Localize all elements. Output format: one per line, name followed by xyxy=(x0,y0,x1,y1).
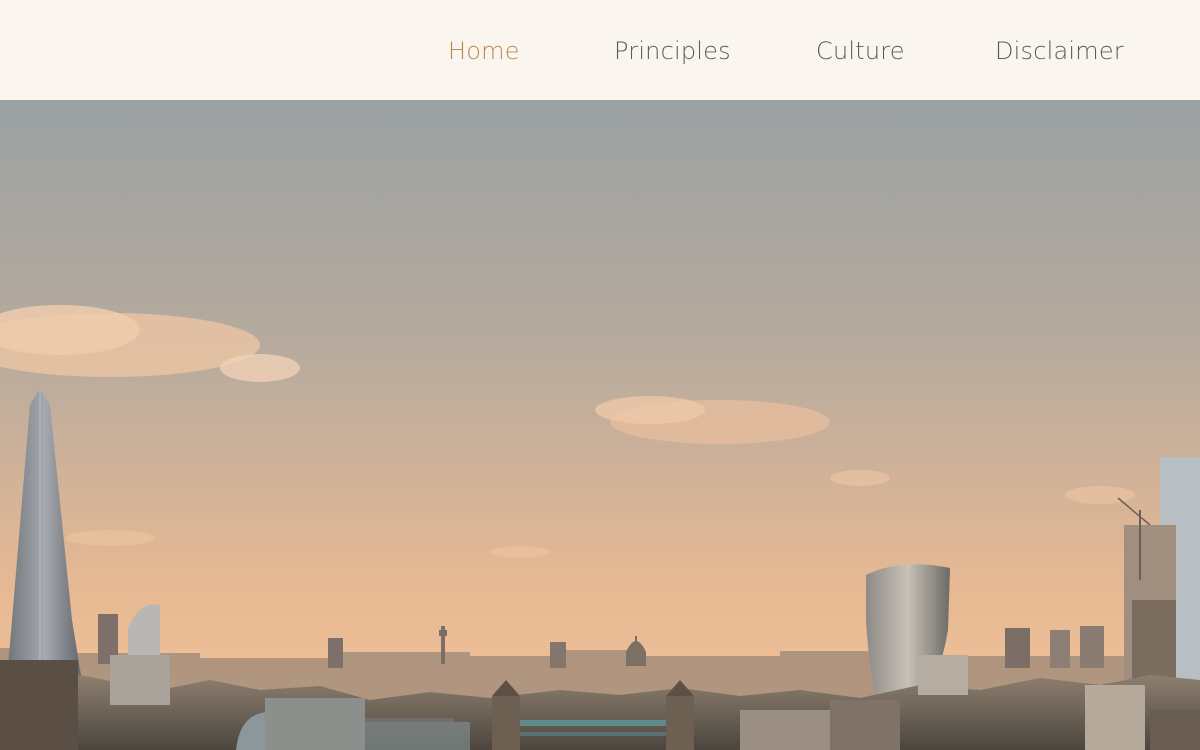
london-skyline-image xyxy=(0,100,1200,750)
nav-principles-link[interactable]: Principles xyxy=(614,34,731,68)
nav-disclaimer-link[interactable]: Disclaimer xyxy=(995,34,1124,68)
site-header: Home Principles Culture Disclaimer xyxy=(0,0,1200,100)
main-nav: Home Principles Culture Disclaimer xyxy=(0,0,1200,100)
hero-image xyxy=(0,100,1200,750)
nav-culture-link[interactable]: Culture xyxy=(816,34,905,68)
nav-home-link[interactable]: Home xyxy=(448,34,520,68)
